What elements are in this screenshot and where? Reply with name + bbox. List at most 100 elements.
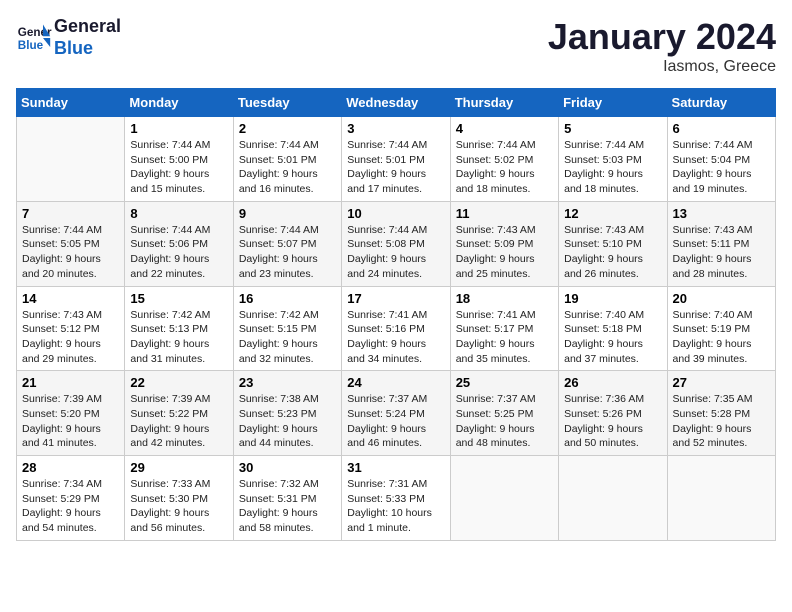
logo-icon: General Blue xyxy=(16,20,52,56)
calendar-body: 1 Sunrise: 7:44 AMSunset: 5:00 PMDaylight… xyxy=(17,117,776,541)
day-info: Sunrise: 7:44 AMSunset: 5:08 PMDaylight:… xyxy=(347,223,444,282)
day-number: 24 xyxy=(347,375,444,390)
week-row-4: 21Sunrise: 7:39 AMSunset: 5:20 PMDayligh… xyxy=(17,371,776,456)
day-info: Sunrise: 7:44 AMSunset: 5:00 PMDaylight:… xyxy=(130,138,227,197)
calendar-cell: 13 Sunrise: 7:43 AMSunset: 5:11 PMDayligh… xyxy=(667,201,775,286)
day-number: 9 xyxy=(239,206,336,221)
logo-text-blue: Blue xyxy=(54,38,121,60)
calendar-cell xyxy=(667,456,775,541)
logo-text-general: General xyxy=(54,16,121,38)
day-number: 2 xyxy=(239,121,336,136)
day-info: Sunrise: 7:40 AMSunset: 5:19 PMDaylight:… xyxy=(673,308,770,367)
day-number: 4 xyxy=(456,121,553,136)
day-number: 19 xyxy=(564,291,661,306)
day-number: 10 xyxy=(347,206,444,221)
calendar-cell: 3 Sunrise: 7:44 AMSunset: 5:01 PMDaylight… xyxy=(342,117,450,202)
day-info: Sunrise: 7:41 AMSunset: 5:17 PMDaylight:… xyxy=(456,308,553,367)
day-info: Sunrise: 7:33 AMSunset: 5:30 PMDaylight:… xyxy=(130,477,227,536)
day-info: Sunrise: 7:37 AMSunset: 5:24 PMDaylight:… xyxy=(347,392,444,451)
svg-text:Blue: Blue xyxy=(18,38,44,51)
calendar-cell: 5 Sunrise: 7:44 AMSunset: 5:03 PMDaylight… xyxy=(559,117,667,202)
day-number: 5 xyxy=(564,121,661,136)
weekday-header-sunday: Sunday xyxy=(17,89,125,117)
day-number: 14 xyxy=(22,291,119,306)
calendar-cell: 9Sunrise: 7:44 AMSunset: 5:07 PMDaylight… xyxy=(233,201,341,286)
day-info: Sunrise: 7:44 AMSunset: 5:02 PMDaylight:… xyxy=(456,138,553,197)
weekday-header-saturday: Saturday xyxy=(667,89,775,117)
logo: General Blue General Blue xyxy=(16,16,121,59)
day-info: Sunrise: 7:38 AMSunset: 5:23 PMDaylight:… xyxy=(239,392,336,451)
day-info: Sunrise: 7:36 AMSunset: 5:26 PMDaylight:… xyxy=(564,392,661,451)
calendar-cell: 2 Sunrise: 7:44 AMSunset: 5:01 PMDaylight… xyxy=(233,117,341,202)
day-number: 8 xyxy=(130,206,227,221)
calendar-cell: 8 Sunrise: 7:44 AMSunset: 5:06 PMDaylight… xyxy=(125,201,233,286)
weekday-header-tuesday: Tuesday xyxy=(233,89,341,117)
day-info: Sunrise: 7:44 AMSunset: 5:04 PMDaylight:… xyxy=(673,138,770,197)
day-info: Sunrise: 7:43 AMSunset: 5:09 PMDaylight:… xyxy=(456,223,553,282)
calendar-cell: 14 Sunrise: 7:43 AMSunset: 5:12 PMDayligh… xyxy=(17,286,125,371)
day-info: Sunrise: 7:43 AMSunset: 5:10 PMDaylight:… xyxy=(564,223,661,282)
calendar-cell xyxy=(559,456,667,541)
calendar-cell xyxy=(450,456,558,541)
day-info: Sunrise: 7:44 AMSunset: 5:05 PMDaylight:… xyxy=(22,223,119,282)
day-number: 23 xyxy=(239,375,336,390)
week-row-5: 28 Sunrise: 7:34 AMSunset: 5:29 PMDayligh… xyxy=(17,456,776,541)
day-number: 12 xyxy=(564,206,661,221)
day-number: 15 xyxy=(130,291,227,306)
calendar-cell: 23 Sunrise: 7:38 AMSunset: 5:23 PMDayligh… xyxy=(233,371,341,456)
weekday-header-thursday: Thursday xyxy=(450,89,558,117)
day-info: Sunrise: 7:32 AMSunset: 5:31 PMDaylight:… xyxy=(239,477,336,536)
calendar-cell: 26 Sunrise: 7:36 AMSunset: 5:26 PMDayligh… xyxy=(559,371,667,456)
day-info: Sunrise: 7:44 AMSunset: 5:01 PMDaylight:… xyxy=(239,138,336,197)
calendar-cell: 1 Sunrise: 7:44 AMSunset: 5:00 PMDaylight… xyxy=(125,117,233,202)
day-number: 22 xyxy=(130,375,227,390)
week-row-3: 14 Sunrise: 7:43 AMSunset: 5:12 PMDayligh… xyxy=(17,286,776,371)
day-info: Sunrise: 7:34 AMSunset: 5:29 PMDaylight:… xyxy=(22,477,119,536)
calendar-cell: 20Sunrise: 7:40 AMSunset: 5:19 PMDayligh… xyxy=(667,286,775,371)
day-number: 11 xyxy=(456,206,553,221)
weekday-header-wednesday: Wednesday xyxy=(342,89,450,117)
calendar-cell: 7 Sunrise: 7:44 AMSunset: 5:05 PMDaylight… xyxy=(17,201,125,286)
calendar-cell: 22 Sunrise: 7:39 AMSunset: 5:22 PMDayligh… xyxy=(125,371,233,456)
day-info: Sunrise: 7:40 AMSunset: 5:18 PMDaylight:… xyxy=(564,308,661,367)
calendar-cell: 17Sunrise: 7:41 AMSunset: 5:16 PMDayligh… xyxy=(342,286,450,371)
calendar-cell: 16Sunrise: 7:42 AMSunset: 5:15 PMDayligh… xyxy=(233,286,341,371)
day-info: Sunrise: 7:43 AMSunset: 5:12 PMDaylight:… xyxy=(22,308,119,367)
day-number: 13 xyxy=(673,206,770,221)
calendar-cell: 28 Sunrise: 7:34 AMSunset: 5:29 PMDayligh… xyxy=(17,456,125,541)
day-info: Sunrise: 7:39 AMSunset: 5:20 PMDaylight:… xyxy=(22,392,119,451)
day-number: 1 xyxy=(130,121,227,136)
calendar-cell: 11 Sunrise: 7:43 AMSunset: 5:09 PMDayligh… xyxy=(450,201,558,286)
calendar-cell: 6Sunrise: 7:44 AMSunset: 5:04 PMDaylight… xyxy=(667,117,775,202)
month-title: January 2024 xyxy=(548,16,776,58)
day-info: Sunrise: 7:44 AMSunset: 5:06 PMDaylight:… xyxy=(130,223,227,282)
day-number: 16 xyxy=(239,291,336,306)
day-number: 28 xyxy=(22,460,119,475)
calendar-cell xyxy=(17,117,125,202)
day-number: 17 xyxy=(347,291,444,306)
day-number: 7 xyxy=(22,206,119,221)
calendar-cell: 10 Sunrise: 7:44 AMSunset: 5:08 PMDayligh… xyxy=(342,201,450,286)
day-number: 29 xyxy=(130,460,227,475)
week-row-2: 7 Sunrise: 7:44 AMSunset: 5:05 PMDaylight… xyxy=(17,201,776,286)
day-number: 3 xyxy=(347,121,444,136)
calendar-cell: 27Sunrise: 7:35 AMSunset: 5:28 PMDayligh… xyxy=(667,371,775,456)
day-info: Sunrise: 7:44 AMSunset: 5:01 PMDaylight:… xyxy=(347,138,444,197)
calendar-cell: 24 Sunrise: 7:37 AMSunset: 5:24 PMDayligh… xyxy=(342,371,450,456)
day-info: Sunrise: 7:44 AMSunset: 5:03 PMDaylight:… xyxy=(564,138,661,197)
day-number: 26 xyxy=(564,375,661,390)
calendar-cell: 15 Sunrise: 7:42 AMSunset: 5:13 PMDayligh… xyxy=(125,286,233,371)
day-number: 31 xyxy=(347,460,444,475)
calendar-cell: 30 Sunrise: 7:32 AMSunset: 5:31 PMDayligh… xyxy=(233,456,341,541)
day-info: Sunrise: 7:43 AMSunset: 5:11 PMDaylight:… xyxy=(673,223,770,282)
day-info: Sunrise: 7:42 AMSunset: 5:13 PMDaylight:… xyxy=(130,308,227,367)
day-info: Sunrise: 7:31 AMSunset: 5:33 PMDaylight:… xyxy=(347,477,444,536)
day-number: 27 xyxy=(673,375,770,390)
calendar-cell: 21Sunrise: 7:39 AMSunset: 5:20 PMDayligh… xyxy=(17,371,125,456)
week-row-1: 1 Sunrise: 7:44 AMSunset: 5:00 PMDaylight… xyxy=(17,117,776,202)
day-number: 30 xyxy=(239,460,336,475)
calendar-cell: 12 Sunrise: 7:43 AMSunset: 5:10 PMDayligh… xyxy=(559,201,667,286)
day-info: Sunrise: 7:39 AMSunset: 5:22 PMDaylight:… xyxy=(130,392,227,451)
weekday-header-monday: Monday xyxy=(125,89,233,117)
weekday-header-row: SundayMondayTuesdayWednesdayThursdayFrid… xyxy=(17,89,776,117)
